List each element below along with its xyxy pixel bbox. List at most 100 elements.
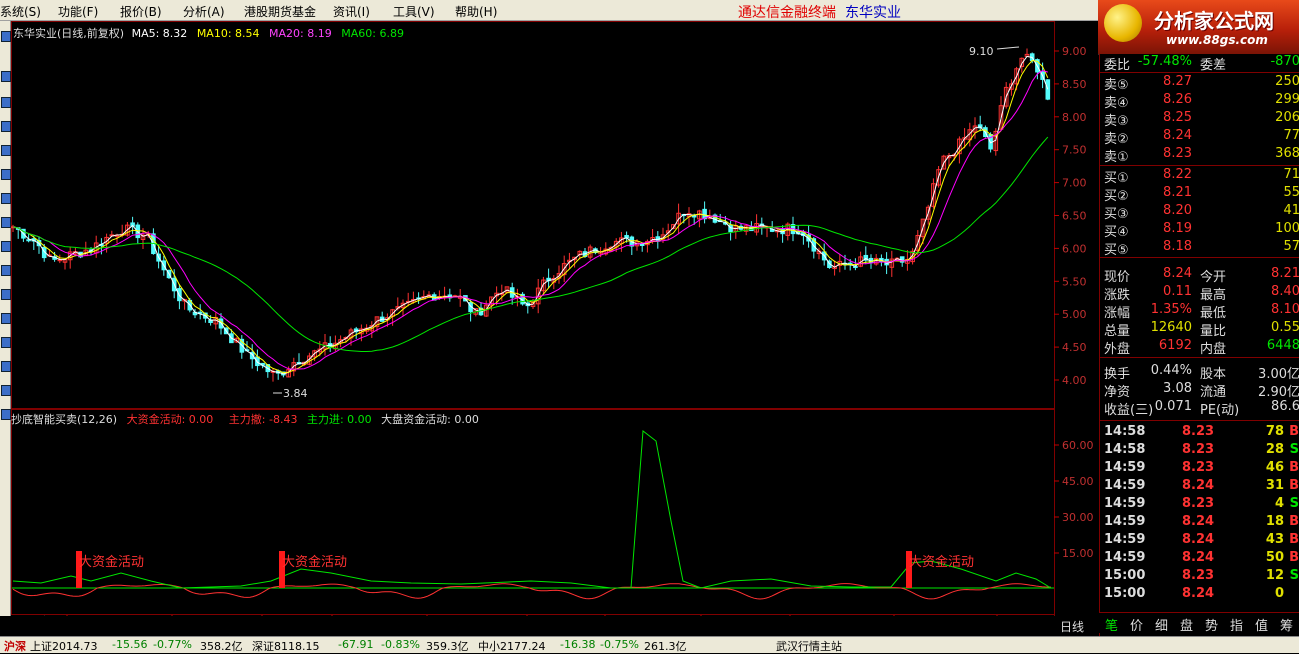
toolbar-icon[interactable] [1, 217, 11, 228]
status-zx-pct: -0.75% [600, 638, 639, 651]
logo-ball-icon [1104, 4, 1142, 42]
big-fund-label: 大资金活动 [282, 554, 347, 570]
ma60-line [12, 136, 1049, 352]
tick-row: 14:58 8.23 78 B [1104, 424, 1299, 439]
stat-row: 涨跌 0.11 最高 8.40 [1104, 284, 1299, 303]
main-in-label: 主力进: 0.00 [306, 413, 372, 426]
indicator-tick-label: 15.00 [1062, 547, 1094, 560]
tab-detail[interactable]: 细 [1155, 615, 1168, 634]
tab-price[interactable]: 价 [1130, 615, 1143, 634]
tab-chips[interactable]: 筹 [1280, 615, 1293, 634]
logo-url: www.88gs.com [1166, 33, 1268, 47]
candle-body [255, 356, 260, 367]
candle-body [853, 266, 858, 269]
price-tick-label: 4.50 [1062, 341, 1087, 354]
tab-order[interactable]: 盘 [1180, 615, 1193, 634]
toolbar-icon[interactable] [1, 265, 11, 276]
price-tick-label: 6.00 [1062, 242, 1087, 255]
stat-row: 总量 12640 量比 0.55 [1104, 320, 1299, 339]
stock-title: 东华实业 [845, 5, 901, 21]
kline-chart[interactable]: 9.00 8.50 8.00 7.50 7.00 6.50 6.00 5.50 5.00 4.50… [11, 21, 1098, 616]
status-sz-chg: -67.91 [338, 638, 374, 651]
site-logo: 分析家公式网 www.88gs.com [1098, 0, 1299, 55]
toolbar-icon[interactable] [1, 313, 11, 324]
tab-trades[interactable]: 笔 [1105, 615, 1118, 634]
menu-hk-futures[interactable]: 港股期货基金 [244, 3, 316, 20]
stat-row: 涨幅 1.35% 最低 8.10 [1104, 302, 1299, 321]
menu-tools[interactable]: 工具(V) [393, 3, 435, 20]
period-tab-daily[interactable]: 日线 [1060, 618, 1084, 635]
candle-body [691, 215, 697, 218]
menu-info[interactable]: 资讯(I) [333, 3, 370, 20]
tick-row: 14:59 8.23 46 B [1104, 460, 1299, 475]
price-tick-label: 6.50 [1062, 210, 1087, 223]
indicator-legend: 抄底智能买卖(12,26) 大资金活动: 0.00 主力撤: -8.43 主力进… [11, 411, 479, 427]
toolbar-icon[interactable] [1, 169, 11, 180]
tab-index[interactable]: 指 [1230, 615, 1243, 634]
toolbar-icon[interactable] [1, 97, 11, 108]
tick-row: 15:00 8.24 0 [1104, 586, 1284, 601]
ratio-row: 委比 -57.48% 委差 -870 [1104, 54, 1299, 73]
menu-system[interactable]: 系统(S) [0, 3, 41, 20]
toolbar-icon[interactable] [1, 241, 11, 252]
period-tabbar: 日线 [0, 616, 1098, 636]
ma10-line [12, 59, 1049, 374]
toolbar-icon[interactable] [1, 193, 11, 204]
toolbar-icon[interactable] [1, 361, 11, 372]
big-fund-label: 大资金活动: 0.00 [126, 413, 214, 426]
price-tick-label: 8.50 [1062, 78, 1087, 91]
menu-analysis[interactable]: 分析(A) [183, 3, 225, 20]
chart-panel[interactable]: 9.00 8.50 8.00 7.50 7.00 6.50 6.00 5.50 5.00 4.50… [11, 21, 1098, 616]
status-sh-chg: -15.56 [112, 638, 148, 651]
stat-row: 换手 0.44% 股本 3.00亿 [1104, 363, 1299, 382]
market-fund-label: 大盘资金活动: 0.00 [381, 413, 479, 426]
ma60-label: MA60: 6.89 [341, 27, 404, 40]
high-annotation: 9.10 [969, 45, 994, 58]
left-toolbar [0, 21, 11, 637]
tick-row: 15:00 8.23 12 S [1104, 568, 1299, 583]
divider [1100, 357, 1299, 358]
divider [1100, 257, 1299, 258]
toolbar-icon[interactable] [1, 289, 11, 300]
price-tick-label: 7.50 [1062, 144, 1087, 157]
price-tick-label: 7.00 [1062, 177, 1087, 190]
bid-row: 买③ 8.20 41 [1104, 203, 1299, 222]
tick-row: 14:58 8.23 28 S [1104, 442, 1299, 457]
menu-help[interactable]: 帮助(H) [455, 3, 497, 20]
bid-row: 买② 8.21 55 [1104, 185, 1299, 204]
toolbar-icon[interactable] [1, 409, 11, 420]
ma5-line [12, 55, 1049, 375]
ask-row: 卖② 8.24 77 [1104, 128, 1299, 147]
bid-row: 买④ 8.19 100 [1104, 221, 1299, 240]
indicator-frame [11, 409, 1055, 615]
toolbar-icon[interactable] [1, 71, 11, 82]
big-fund-label: 大资金活动 [79, 554, 144, 570]
stat-row: 收益(三) 0.071 PE(动) 86.6 [1104, 399, 1299, 418]
ask-row: 卖⑤ 8.27 250 [1104, 74, 1299, 93]
toolbar-icon[interactable] [1, 31, 11, 42]
tab-trend[interactable]: 势 [1205, 615, 1218, 634]
status-sh-pct: -0.77% [153, 638, 192, 651]
main-out-label: 主力撤: -8.43 [228, 413, 298, 426]
indicator-tick-label: 30.00 [1062, 511, 1094, 524]
price-tick-label: 5.00 [1062, 308, 1087, 321]
price-tick-label: 4.00 [1062, 374, 1087, 387]
tab-value[interactable]: 值 [1255, 615, 1268, 634]
toolbar-icon[interactable] [1, 121, 11, 132]
indicator-tick-label: 45.00 [1062, 475, 1094, 488]
indicator-name: 抄底智能买卖(12,26) [11, 413, 118, 426]
tick-row: 14:59 8.24 18 B [1104, 514, 1299, 529]
candle-body [1045, 79, 1051, 100]
toolbar-icon[interactable] [1, 385, 11, 396]
big-fund-label: 大资金活动 [909, 554, 974, 570]
tick-row: 14:59 8.24 43 B [1104, 532, 1299, 547]
toolbar-icon[interactable] [1, 145, 11, 156]
tick-row: 14:59 8.24 31 B [1104, 478, 1299, 493]
toolbar-icon[interactable] [1, 337, 11, 348]
menu-quote[interactable]: 报价(B) [120, 3, 162, 20]
indicator-tick-label: 60.00 [1062, 439, 1094, 452]
menu-function[interactable]: 功能(F) [58, 3, 98, 20]
chart-title: 东华实业(日线,前复权) [13, 27, 125, 40]
candle-body [26, 239, 31, 242]
ask-row: 卖③ 8.25 206 [1104, 110, 1299, 129]
